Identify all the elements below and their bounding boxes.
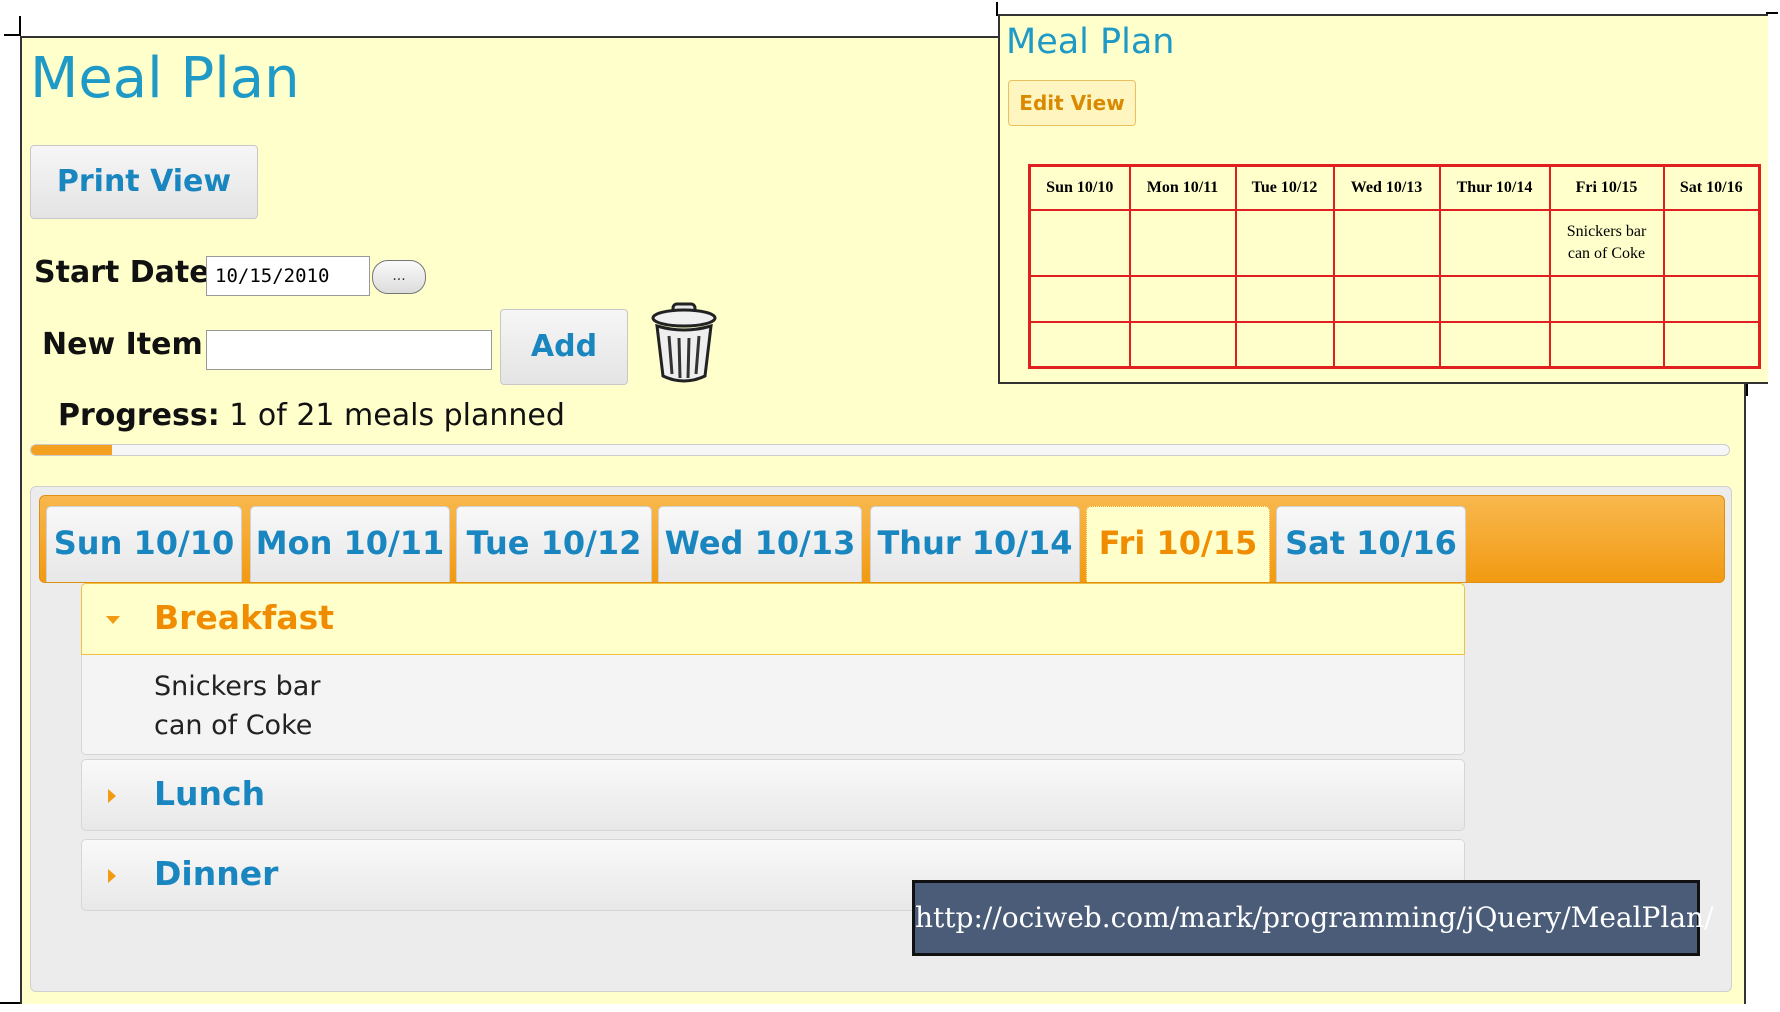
dinner-title: Dinner	[154, 854, 279, 893]
edit-view-button[interactable]: Edit View	[1008, 80, 1136, 126]
tab-thur[interactable]: Thur 10/14	[870, 506, 1080, 582]
new-item-input[interactable]	[206, 330, 492, 370]
table-cell	[1128, 274, 1237, 323]
add-button[interactable]: Add	[500, 309, 628, 385]
table-cell	[1234, 208, 1335, 277]
crop-mark	[0, 1002, 20, 1004]
start-date-input[interactable]	[206, 256, 370, 296]
table-cell	[1548, 320, 1665, 369]
tab-fri[interactable]: Fri 10/15	[1086, 506, 1270, 582]
table-header: Tue 10/12	[1234, 164, 1335, 211]
expand-arrow-icon	[108, 789, 116, 803]
print-view-table: Sun 10/10 Mon 10/11 Tue 10/12 Wed 10/13 …	[1028, 164, 1761, 369]
table-cell	[1662, 208, 1761, 277]
table-cell	[1028, 208, 1131, 277]
table-header: Fri 10/15	[1548, 164, 1665, 211]
table-cell	[1128, 208, 1237, 277]
table-cell	[1234, 320, 1335, 369]
table-header: Wed 10/13	[1332, 164, 1441, 211]
new-item-label: New Item:	[42, 327, 215, 362]
meal-item[interactable]: can of Coke	[154, 706, 1464, 745]
url-caption: http://ociweb.com/mark/programming/jQuer…	[912, 880, 1714, 956]
cell-item: Snickers bar	[1566, 222, 1647, 240]
progress-line: Progress: 1 of 21 meals planned	[58, 398, 565, 433]
crop-mark	[1746, 384, 1748, 396]
table-cell	[1438, 208, 1551, 277]
table-cell	[1662, 274, 1761, 323]
crop-mark	[4, 34, 20, 36]
progress-bar	[30, 444, 1730, 456]
print-view-button[interactable]: Print View	[30, 145, 258, 219]
table-header: Thur 10/14	[1438, 164, 1551, 211]
table-cell	[1028, 320, 1131, 369]
tab-tue[interactable]: Tue 10/12	[456, 506, 652, 582]
tab-wed[interactable]: Wed 10/13	[658, 506, 862, 582]
accordion-breakfast-header[interactable]: Breakfast	[81, 583, 1465, 655]
table-cell	[1332, 208, 1441, 277]
table-cell	[1128, 320, 1237, 369]
table-cell	[1662, 320, 1761, 369]
progress-text: 1 of 21 meals planned	[229, 398, 565, 433]
table-header: Sat 10/16	[1662, 164, 1761, 211]
table-cell	[1234, 274, 1335, 323]
table-cell	[1332, 274, 1441, 323]
table-header: Mon 10/11	[1128, 164, 1237, 211]
tab-sat[interactable]: Sat 10/16	[1276, 506, 1466, 582]
day-tab-bar: Sun 10/10 Mon 10/11 Tue 10/12 Wed 10/13 …	[39, 495, 1725, 583]
print-view-window: Meal Plan Edit View Sun 10/10 Mon 10/11 …	[998, 14, 1768, 384]
progress-label: Progress:	[58, 398, 220, 433]
table-cell: Snickers bar can of Coke	[1548, 208, 1665, 277]
table-cell	[1438, 320, 1551, 369]
tab-mon[interactable]: Mon 10/11	[250, 506, 450, 582]
trash-can-icon[interactable]	[649, 302, 719, 386]
cell-item: can of Coke	[1567, 244, 1646, 262]
table-cell	[1332, 320, 1441, 369]
page-title: Meal Plan	[30, 46, 300, 111]
table-header: Sun 10/10	[1028, 164, 1131, 211]
start-date-label: Start Date:	[34, 255, 222, 290]
progress-bar-fill	[31, 445, 112, 455]
expand-arrow-icon	[108, 869, 116, 883]
table-cell	[1028, 274, 1131, 323]
tab-sun[interactable]: Sun 10/10	[46, 506, 242, 582]
accordion-lunch-header[interactable]: Lunch	[81, 759, 1465, 831]
collapse-arrow-icon	[106, 616, 120, 624]
breakfast-content: Snickers bar can of Coke	[81, 655, 1465, 755]
meal-item[interactable]: Snickers bar	[154, 667, 1464, 706]
breakfast-title: Breakfast	[154, 598, 335, 637]
table-cell	[1438, 274, 1551, 323]
date-picker-button[interactable]: ...	[372, 260, 426, 294]
print-view-title: Meal Plan	[1006, 22, 1175, 62]
table-cell	[1548, 274, 1665, 323]
crop-mark	[19, 16, 21, 36]
lunch-title: Lunch	[154, 774, 266, 813]
